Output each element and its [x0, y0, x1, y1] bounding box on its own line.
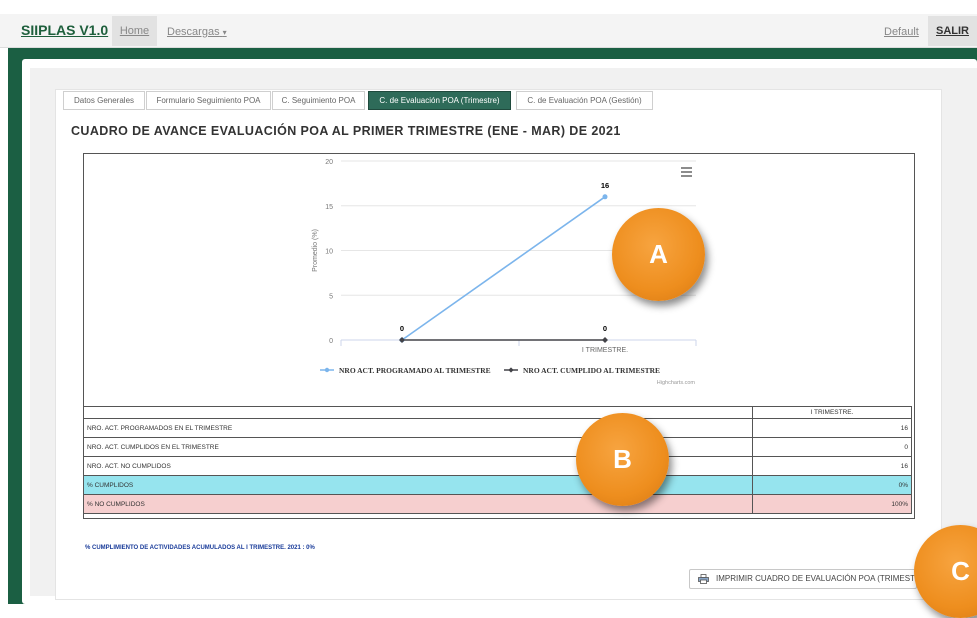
cumplimiento-footnote: % CUMPLIMIENTO DE ACTIVIDADES ACUMULADOS… [85, 545, 315, 551]
table-row: NRO. ACT. CUMPLIDOS EN EL TRIMESTRE 0 [83, 437, 912, 457]
table-row: NRO. ACT. NO CUMPLIDOS 16 [83, 456, 912, 476]
print-button[interactable]: IMPRIMIR CUADRO DE EVALUACIÓN POA (TRIME… [689, 569, 933, 589]
top-navbar: SIIPLAS V1.0 Home Descargas ▾ Default SA… [0, 14, 977, 48]
nav-home-link[interactable]: Home [112, 16, 157, 46]
row-value: 0 [752, 437, 912, 457]
table-row-cumplidos: % CUMPLIDOS 0% [83, 475, 912, 495]
callout-b: B [576, 413, 669, 506]
row-label: % NO CUMPLIDOS [83, 494, 753, 514]
row-value: 16 [752, 456, 912, 476]
callout-a: A [612, 208, 705, 301]
evaluation-table: I TRIMESTRE. NRO. ACT. PROGRAMADOS EN EL… [83, 406, 912, 514]
printer-icon [698, 574, 709, 584]
tab-formulario-seguimiento[interactable]: Formulario Seguimiento POA [146, 91, 271, 110]
logout-button[interactable]: SALIR [928, 16, 977, 46]
row-value: 0% [752, 475, 912, 495]
tab-seguimiento-poa[interactable]: C. Seguimiento POA [272, 91, 365, 110]
nav-descargas-label: Descargas [167, 26, 220, 38]
table-header-period: I TRIMESTRE. [752, 406, 912, 419]
table-row: NRO. ACT. PROGRAMADOS EN EL TRIMESTRE 16 [83, 418, 912, 438]
caret-down-icon: ▾ [222, 28, 227, 37]
print-button-label: IMPRIMIR CUADRO DE EVALUACIÓN POA (TRIME… [716, 574, 934, 583]
table-header-row: I TRIMESTRE. [83, 406, 912, 419]
nav-default-link[interactable]: Default [884, 26, 919, 38]
table-row-no-cumplidos: % NO CUMPLIDOS 100% [83, 494, 912, 514]
row-value: 16 [752, 418, 912, 438]
page-title: CUADRO DE AVANCE EVALUACIÓN POA AL PRIME… [71, 124, 621, 138]
brand-link[interactable]: SIIPLAS V1.0 [21, 22, 108, 38]
row-value: 100% [752, 494, 912, 514]
tab-datos-generales[interactable]: Datos Generales [63, 91, 145, 110]
nav-descargas-dropdown[interactable]: Descargas ▾ [167, 26, 227, 38]
tab-evaluacion-trimestre[interactable]: C. de Evaluación POA (Trimestre) [368, 91, 511, 110]
tab-evaluacion-gestion[interactable]: C. de Evaluación POA (Gestión) [516, 91, 653, 110]
table-header-empty [83, 406, 753, 419]
